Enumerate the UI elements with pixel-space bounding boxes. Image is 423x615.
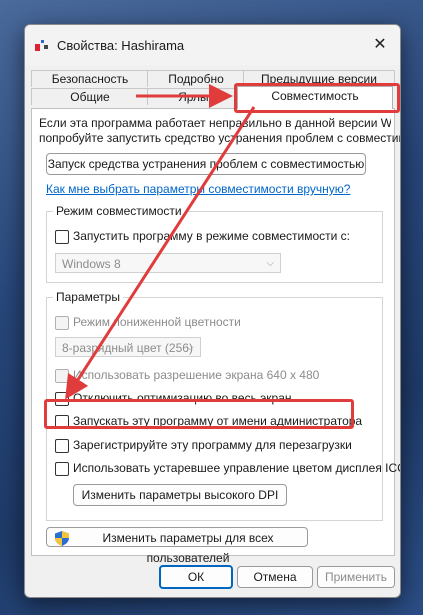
- chevron-down-icon: ⌵: [186, 342, 194, 353]
- params-legend: Параметры: [53, 290, 123, 304]
- run-as-admin-highlight: [44, 399, 354, 429]
- close-icon: ✕: [373, 36, 387, 53]
- compat-os-value: Windows 8: [62, 257, 121, 271]
- compatibility-panel: Если эта программа работает неправильно …: [31, 108, 400, 565]
- close-button[interactable]: ✕: [360, 25, 400, 65]
- compatibility-tab-highlight: [234, 83, 400, 113]
- app-icon: [35, 40, 48, 51]
- compat-mode-group: Режим совместимости Запустить программу …: [46, 204, 383, 283]
- register-restart-label: Зарегистрируйте эту программу для переза…: [73, 438, 352, 452]
- legacy-icc-label: Использовать устаревшее управление цвето…: [73, 461, 401, 475]
- register-restart-checkbox[interactable]: [55, 439, 69, 453]
- chevron-down-icon: ⌵: [266, 258, 274, 269]
- troubleshoot-button[interactable]: Запуск средства устранения проблем с сов…: [46, 153, 366, 175]
- dpi-settings-button[interactable]: Изменить параметры высокого DPI: [73, 484, 287, 506]
- window-title: Свойства: Hashirama: [57, 38, 185, 53]
- res-640-checkbox[interactable]: [55, 369, 69, 383]
- tab-general[interactable]: Общие: [31, 88, 149, 105]
- all-users-button[interactable]: Изменить параметры для всех пользователе…: [46, 527, 308, 565]
- compat-os-select[interactable]: Windows 8 ⌵: [55, 253, 281, 273]
- shield-icon: [55, 531, 69, 546]
- all-users-label: Изменить параметры для всех пользователе…: [102, 531, 274, 565]
- help-link[interactable]: Как мне выбрать параметры совместимости …: [46, 182, 350, 196]
- cancel-button[interactable]: Отмена: [237, 566, 313, 588]
- color-depth-value: 8-разрядный цвет (256): [62, 341, 193, 355]
- compat-mode-legend: Режим совместимости: [53, 204, 185, 218]
- ok-button[interactable]: ОК: [159, 565, 233, 589]
- intro-line-1: Если эта программа работает неправильно …: [39, 116, 391, 130]
- intro-line-2: попробуйте запустить средство устранения…: [39, 131, 400, 145]
- compat-mode-checkbox[interactable]: [55, 230, 69, 244]
- legacy-icc-checkbox[interactable]: [55, 462, 69, 476]
- res-640-label: Использовать разрешение экрана 640 x 480: [73, 368, 320, 382]
- tab-details[interactable]: Подробно: [147, 70, 245, 87]
- tab-shortcut[interactable]: Ярлык: [147, 88, 245, 105]
- compat-mode-label: Запустить программу в режиме совместимос…: [73, 229, 350, 243]
- reduced-color-label: Режим пониженной цветности: [73, 315, 241, 329]
- reduced-color-checkbox[interactable]: [55, 316, 69, 330]
- tab-security[interactable]: Безопасность: [31, 70, 149, 87]
- color-depth-select[interactable]: 8-разрядный цвет (256) ⌵: [55, 337, 201, 357]
- apply-button[interactable]: Применить: [317, 566, 395, 588]
- title-bar: Свойства: Hashirama ✕: [25, 25, 400, 65]
